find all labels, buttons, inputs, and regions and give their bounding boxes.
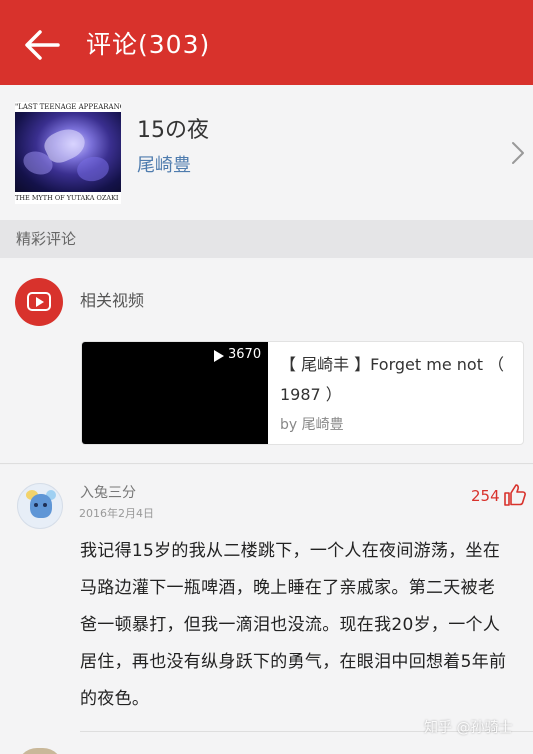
album-cover-bottom-text: THE MYTH OF YUTAKA OZAKI [15,194,119,202]
song-artist-link[interactable]: 尾崎豊 [137,152,191,180]
play-count: 3670 [228,347,262,362]
album-cover: "LAST TEENAGE APPEARANCE" THE MYTH OF YU… [15,102,121,204]
app-header: 评论(303) [0,0,533,85]
arrow-left-icon [25,30,60,60]
back-button[interactable] [22,27,62,63]
comment-date: 2016年2月4日 [79,507,154,520]
album-cover-image [15,112,121,192]
video-title: 【 尾崎丰 】Forget me not （ 1987 ） [280,355,505,404]
song-title: 15の夜 [137,118,209,143]
video-card[interactable]: 3670 【 尾崎丰 】Forget me not （ 1987 ） by 尾崎… [81,341,524,445]
video-thumbnail: 3670 [82,342,268,444]
comment-item: 入兔三分 2016年2月4日 254 我记得15岁的我从二楼跳下，一个人在夜间游… [0,465,533,754]
page-title: 评论(303) [86,30,211,59]
watermark: 知乎 @孙骑士 [424,720,513,736]
section-header: 精彩评论 [0,220,533,258]
next-comment-avatar [17,748,63,754]
video-author: by 尾崎豊 [280,417,344,433]
related-video-label: 相关视频 [80,291,145,310]
avatar[interactable] [17,483,63,529]
play-count-icon [214,350,224,362]
comment-text: 我记得15岁的我从二楼跳下，一个人在夜间游荡，坐在马路边灌下一瓶啤酒，晚上睡在了… [80,541,507,709]
video-play-icon [15,278,63,326]
like-count: 254 [471,487,500,505]
song-info-row[interactable]: "LAST TEENAGE APPEARANCE" THE MYTH OF YU… [0,85,533,220]
section-title: 精彩评论 [16,230,77,248]
thumbs-up-icon[interactable] [503,483,527,507]
comment-username[interactable]: 入兔三分 [80,482,136,504]
album-cover-top-text: "LAST TEENAGE APPEARANCE" [15,103,121,111]
related-video-section: 相关视频 3670 【 尾崎丰 】Forget me not （ 1987 ） … [0,258,533,464]
chevron-right-icon[interactable] [508,140,528,166]
